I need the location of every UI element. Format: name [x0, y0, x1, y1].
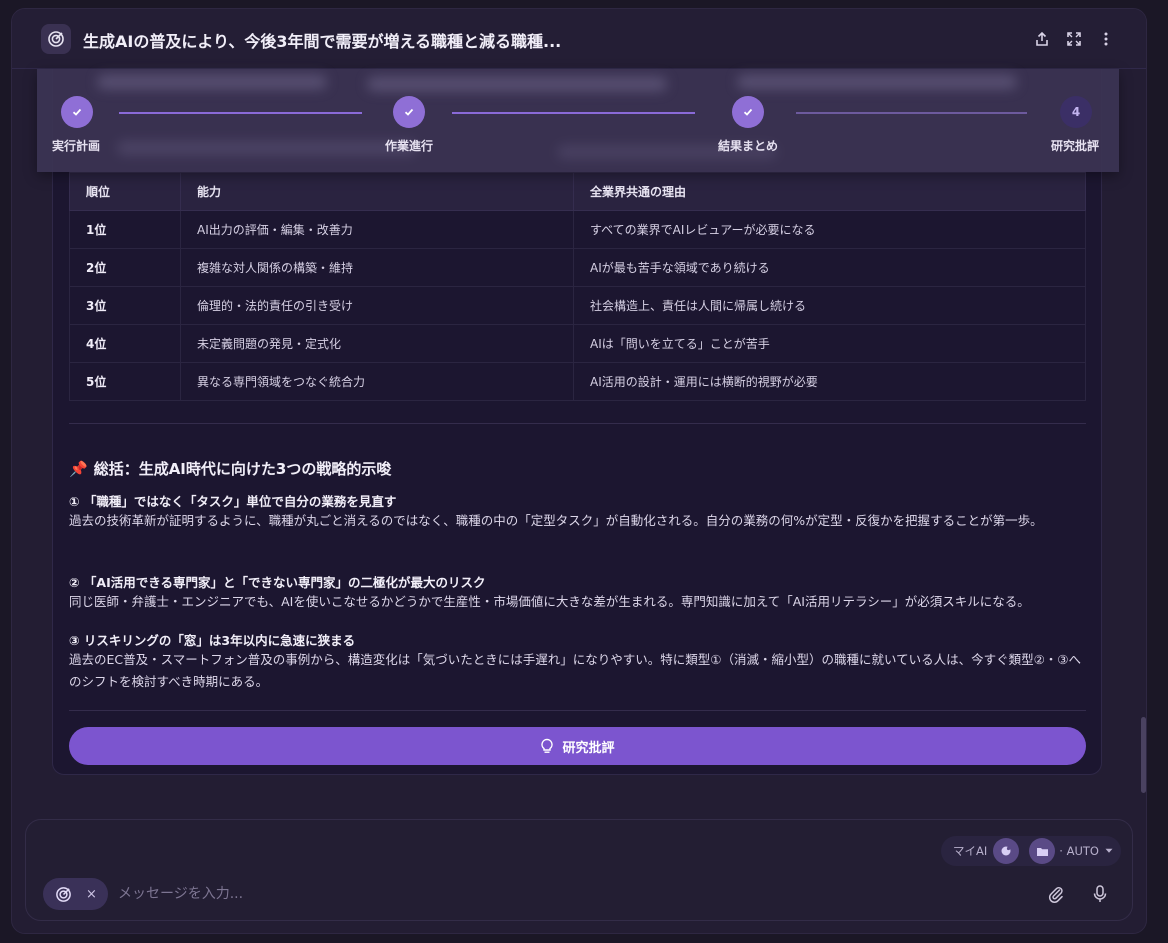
- step-label-progress: 作業進行: [385, 139, 434, 153]
- table-cell-reason: AIは「問いを立てる」ことが苦手: [573, 324, 1086, 363]
- table-cell-ability: 未定義問題の発見・定式化: [180, 324, 574, 363]
- insight-1-title: ① 「職種」ではなく「タスク」単位で自分の業務を見直す: [69, 494, 397, 509]
- message-composer: マイAI · AUTO ×: [25, 819, 1133, 921]
- table-row: 1位 AI出力の評価・編集・改善力 すべての業界でAIレビュアーが必要になる: [69, 210, 1086, 249]
- paperclip-icon: [1048, 886, 1063, 903]
- table-cell-rank: 1位: [69, 210, 181, 249]
- table-row: 3位 倫理的・法的責任の引き受け 社会構造上、責任は人間に帰属し続ける: [69, 286, 1086, 325]
- research-target-icon: [56, 886, 71, 902]
- blurred-text: [117, 141, 417, 155]
- pushpin-icon: 📌: [69, 459, 88, 478]
- more-options-button[interactable]: [1095, 28, 1117, 50]
- expand-button[interactable]: [1063, 28, 1085, 50]
- microphone-icon: [1093, 885, 1107, 902]
- table-cell-rank: 4位: [69, 324, 181, 363]
- step-label-critique: 研究批評: [1051, 139, 1100, 153]
- research-critique-button[interactable]: 研究批評: [69, 727, 1086, 765]
- table-cell-ability: 倫理的・法的責任の引き受け: [180, 286, 574, 325]
- table-row: 2位 複雑な対人関係の構築・維持 AIが最も苦手な領域であり続ける: [69, 248, 1086, 287]
- step-connector: [452, 112, 695, 114]
- microphone-button[interactable]: [1088, 882, 1112, 906]
- column-header-rank: 順位: [69, 172, 181, 211]
- content-scrollbar[interactable]: [1141, 717, 1146, 793]
- insight-2-body: 同じ医師・弁護士・エンジニアでも、AIを使いこなせるかどうかで生産性・市場価値に…: [69, 594, 1030, 609]
- auto-mode-label: · AUTO: [1059, 844, 1099, 858]
- table-cell-reason: AI活用の設計・運用には横断的視野が必要: [573, 362, 1086, 401]
- page-title: 生成AIの普及により、今後3年間で需要が増える職種と減る職種...: [83, 32, 562, 51]
- summary-heading: 📌 総括：生成AI時代に向けた3つの戦略的示唆: [69, 458, 391, 479]
- table-cell-ability: 複雑な対人関係の構築・維持: [180, 248, 574, 287]
- research-critique-label: 研究批評: [562, 739, 615, 755]
- table-cell-reason: 社会構造上、責任は人間に帰属し続ける: [573, 286, 1086, 325]
- model-label: マイAI: [953, 844, 988, 858]
- checkmark-icon: [743, 108, 753, 116]
- blurred-text: [97, 75, 327, 89]
- table-cell-reason: すべての業界でAIレビュアーが必要になる: [573, 210, 1086, 249]
- report-content: 順位 能力 全業界共通の理由 1位 AI出力の評価・編集・改善力 すべての業界で…: [52, 69, 1102, 775]
- column-header-reason: 全業界共通の理由: [573, 172, 1086, 211]
- step-label-summary: 結果まとめ: [718, 139, 779, 153]
- section-divider: [69, 710, 1086, 711]
- step-3-check[interactable]: [732, 96, 764, 128]
- insight-3-body: 過去のEC普及・スマートフォン普及の事例から、構造変化は「気づいたときには手遅れ…: [69, 652, 1081, 689]
- table-cell-reason: AIが最も苦手な領域であり続ける: [573, 248, 1086, 287]
- step-1-check[interactable]: [61, 96, 93, 128]
- table-cell-ability: AI出力の評価・編集・改善力: [180, 210, 574, 249]
- deep-research-chip[interactable]: ×: [43, 878, 108, 910]
- research-target-icon: [41, 24, 71, 54]
- more-vertical-icon: [1104, 32, 1108, 46]
- insight-2-title: ② 「AI活用できる専門家」と「できない専門家」の二極化が最大のリスク: [69, 575, 486, 590]
- blurred-text: [737, 75, 1017, 89]
- checkmark-icon: [404, 108, 414, 116]
- step-4-number[interactable]: 4: [1060, 96, 1092, 128]
- model-selector[interactable]: マイAI · AUTO: [941, 836, 1121, 866]
- blurred-text: [367, 77, 667, 91]
- share-button[interactable]: [1031, 28, 1053, 50]
- step-2-check[interactable]: [393, 96, 425, 128]
- checkmark-icon: [72, 108, 82, 116]
- lightbulb-icon: [541, 738, 554, 753]
- table-header-row: 順位 能力 全業界共通の理由: [69, 172, 1086, 211]
- table-cell-rank: 3位: [69, 286, 181, 325]
- table-cell-rank: 2位: [69, 248, 181, 287]
- step-connector: [119, 112, 362, 114]
- ability-ranking-table: 順位 能力 全業界共通の理由 1位 AI出力の評価・編集・改善力 すべての業界で…: [69, 172, 1086, 401]
- insight-1-body: 過去の技術革新が証明するように、職種が丸ごと消えるのではなく、職種の中の「定型タ…: [69, 513, 1043, 528]
- chat-header: 生成AIの普及により、今後3年間で需要が増える職種と減る職種...: [12, 9, 1146, 69]
- chevron-down-icon: [1105, 848, 1113, 853]
- table-row: 5位 異なる専門領域をつなぐ統合力 AI活用の設計・運用には横断的視野が必要: [69, 362, 1086, 401]
- chip-close-icon[interactable]: ×: [86, 887, 97, 902]
- insight-3-title: ③ リスキリングの「窓」は3年以内に急速に狭まる: [69, 633, 356, 648]
- folder-icon: [1029, 838, 1056, 864]
- expand-icon: [1067, 32, 1081, 46]
- table-cell-rank: 5位: [69, 362, 181, 401]
- section-divider: [69, 423, 1086, 424]
- step-connector: [796, 112, 1027, 114]
- share-icon: [1036, 31, 1048, 46]
- table-row: 4位 未定義問題の発見・定式化 AIは「問いを立てる」ことが苦手: [69, 324, 1086, 363]
- progress-stepper: 4 実行計画 作業進行 結果まとめ 研究批評: [37, 69, 1119, 172]
- column-header-ability: 能力: [180, 172, 574, 211]
- summary-title-text: 総括：生成AI時代に向けた3つの戦略的示唆: [93, 460, 392, 478]
- attach-button[interactable]: [1044, 882, 1068, 906]
- message-input[interactable]: [118, 882, 718, 906]
- step-label-plan: 実行計画: [52, 139, 101, 153]
- my-ai-avatar-icon: [993, 838, 1020, 864]
- table-cell-ability: 異なる専門領域をつなぐ統合力: [180, 362, 574, 401]
- app-window: 生成AIの普及により、今後3年間で需要が増える職種と減る職種... 順位 能力 …: [11, 8, 1147, 934]
